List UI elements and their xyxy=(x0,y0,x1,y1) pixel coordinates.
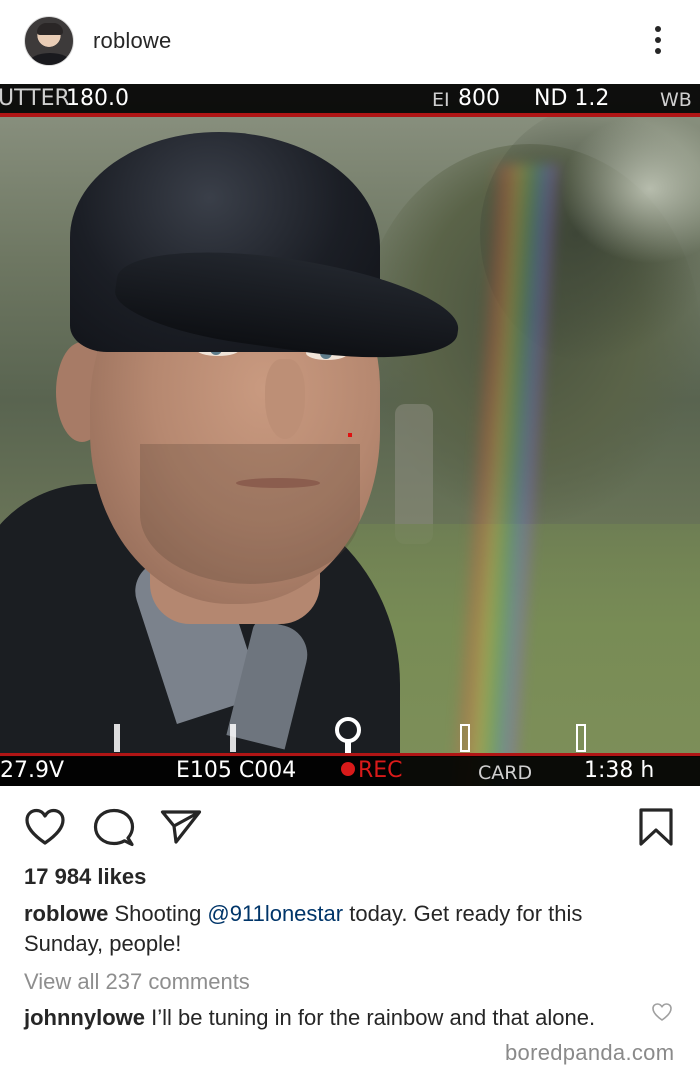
avatar-shirt xyxy=(29,53,71,65)
hud-card-label: CARD xyxy=(478,762,533,784)
center-marker xyxy=(348,433,352,437)
comment-username[interactable]: johnnylowe xyxy=(24,1005,145,1030)
hud-rec-label: REC xyxy=(358,758,403,783)
hud-voltage: 27.9V xyxy=(0,758,65,783)
paper-plane-icon[interactable] xyxy=(160,809,202,845)
stubble xyxy=(140,444,360,584)
post-username[interactable]: roblowe xyxy=(93,28,171,54)
caption-username[interactable]: roblowe xyxy=(24,901,108,926)
hud-clip-id: E105 C004 xyxy=(176,758,297,783)
hud-nd-value: ND 1.2 xyxy=(534,86,610,111)
background-trunk xyxy=(395,404,433,544)
post-caption: roblowe Shooting @911lonestar today. Get… xyxy=(24,899,664,959)
comment-item: johnnylowe I’ll be tuning in for the rai… xyxy=(24,1003,624,1033)
post-header: roblowe xyxy=(0,0,700,84)
comment-like-heart-icon[interactable] xyxy=(651,1002,673,1022)
heart-icon[interactable] xyxy=(24,808,66,846)
mouth xyxy=(236,478,320,488)
nose xyxy=(265,359,305,439)
avatar[interactable] xyxy=(24,16,74,66)
view-all-comments-link[interactable]: View all 237 comments xyxy=(24,969,250,995)
hud-rec-indicator: REC xyxy=(341,758,403,784)
bookmark-icon[interactable] xyxy=(638,807,674,847)
hud-shutter-label: UTTER xyxy=(0,86,70,111)
caption-text-before: Shooting xyxy=(108,901,208,926)
hud-frame-line-top xyxy=(0,113,700,117)
comment-text: I’ll be tuning in for the rainbow and th… xyxy=(145,1005,596,1030)
hud-tick-3 xyxy=(460,724,470,752)
likes-count[interactable]: 17 984 likes xyxy=(24,864,146,890)
hud-ei-value: 800 xyxy=(458,86,500,111)
hud-tick-2 xyxy=(230,724,236,752)
hud-remaining-time: 1:38 h xyxy=(584,758,655,783)
watermark: boredpanda.com xyxy=(505,1040,675,1065)
more-options-icon[interactable] xyxy=(648,24,668,60)
hud-ei-label: EI xyxy=(432,89,450,111)
caption-mention[interactable]: @911lonestar xyxy=(207,901,343,926)
hud-wb-label: WB xyxy=(660,89,692,111)
hud-tick-1 xyxy=(114,724,120,752)
hud-shutter-value: 180.0 xyxy=(66,86,129,111)
record-dot-icon xyxy=(341,762,355,776)
focus-stem xyxy=(345,739,351,753)
hud-tick-4 xyxy=(576,724,586,752)
comment-bubble-icon[interactable] xyxy=(93,808,135,848)
avatar-hair xyxy=(37,23,63,35)
post-photo[interactable]: UTTER 180.0 EI 800 ND 1.2 WB 27.9V E105 … xyxy=(0,84,700,786)
